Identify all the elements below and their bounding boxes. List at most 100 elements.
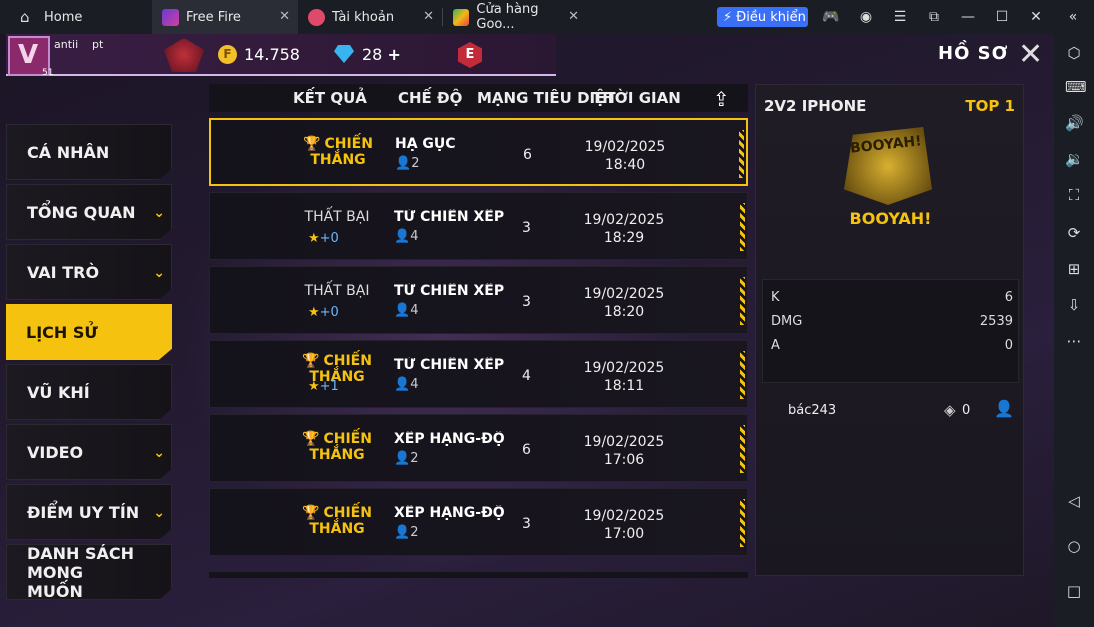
star-change: ★+0 [308,231,339,246]
mode: XẾP HẠNG-ĐỘC L [394,431,504,447]
menu-icon[interactable]: ☰ [891,8,909,26]
stat-value: 6 [1004,290,1013,305]
menu-tong-quan[interactable]: TỔNG QUAN ⌄ [6,184,172,240]
person-icon: 👤 [394,377,411,392]
tab-home[interactable]: ⌂ Home [0,0,152,34]
menu-vu-khi[interactable]: VŨ KHÍ [6,364,172,420]
user-circle-icon[interactable]: ◉ [857,8,875,26]
add-friend-icon[interactable]: 👤 [994,399,1014,418]
collapse-sidebar-icon[interactable]: « [1064,8,1082,26]
mode: TỬ CHIẾN XẾP HẠ [394,209,504,225]
share-icon[interactable]: ⇪ [713,87,730,111]
picture-in-picture-icon[interactable]: ⧉ [925,8,943,26]
event-icon[interactable]: E [458,42,482,68]
back-icon[interactable]: ◁ [1065,492,1083,510]
mode: HẠ GỤC [395,136,456,152]
tab-account[interactable]: Tài khoản ✕ [298,0,442,34]
close-icon[interactable]: ✕ [1018,40,1043,70]
menu-label: VIDEO [27,442,84,462]
close-icon[interactable]: ✕ [279,9,290,24]
tab-play-store[interactable]: Cửa hàng Goo... ✕ [443,0,587,34]
match-detail-panel: 2V2 IPHONE TOP 1 BOOYAH! BOOYAH! K6 DMG 2… [755,84,1024,576]
minimize-icon[interactable]: — [959,8,977,26]
controls-label: Điều khiển [736,9,806,25]
result: 🏆 CHIẾN THẮNG [272,505,402,537]
like-icon[interactable]: ◈ [944,401,956,419]
menu-vai-tro[interactable]: VAI TRÒ ⌄ [6,244,172,300]
menu-label: TỔNG QUAN [27,202,136,222]
mode: TỬ CHIẾN XẾP HẠ [394,357,504,373]
person-icon: 👤 [394,525,411,540]
table-row[interactable]: THẤT BẠI ★+0 TỬ CHIẾN XẾP HẠ 👤4 3 19/02/… [209,266,748,334]
home-circle-icon[interactable]: ○ [1065,537,1083,555]
menu-label: CÁ NHÂN [27,142,110,162]
maximize-icon[interactable]: ☐ [993,8,1011,26]
controls-button[interactable]: ⚡ Điều khiển [717,7,808,27]
star-icon: ★ [308,305,320,320]
multi-instance-icon[interactable]: ⊞ [1065,260,1083,278]
table-row[interactable]: 🏆CHIẾN THẮNG XẾP HẠNG-ĐỘC L 👤2 6 19/02/2… [209,414,748,482]
star-change: ★+1 [308,379,339,394]
browser-title-bar: ⌂ Home Free Fire ✕ Tài khoản ✕ Cửa hàng … [0,0,1094,34]
table-row[interactable]: 🏆CHIẾN THẮNG XẾP HẠNG-ĐỘC L 👤2 3 19/02/2… [209,488,748,556]
teammate-name[interactable]: bác243 [788,403,836,418]
keyboard-icon[interactable]: ⌨ [1065,78,1087,96]
kills: 4 [522,368,531,384]
menu-lich-su[interactable]: LỊCH SỬ [6,304,172,360]
stat-label: K [771,290,780,305]
date: 19/02/2025 [583,360,665,376]
result: 🏆 CHIẾN THẮNG [272,431,402,463]
star-icon: ★ [308,379,320,394]
screenshot-icon[interactable]: ⛶ [1065,186,1083,204]
free-fire-icon [162,8,179,26]
volume-up-icon[interactable]: 🔊 [1065,114,1084,132]
gold-coin-icon: F [218,45,237,64]
diamond-count[interactable]: 28 + [362,45,401,64]
table-row[interactable]: THẤT BẠI ★+0 TỬ CHIẾN XẾP HẠ 👤4 3 19/02/… [209,192,748,260]
menu-diem-uy-tin[interactable]: ĐIỂM UY TÍN ⌄ [6,484,172,540]
settings-hex-icon[interactable]: ⬡ [1065,44,1083,62]
players: 👤4 [394,377,418,392]
kills: 6 [522,442,531,458]
menu-video[interactable]: VIDEO ⌄ [6,424,172,480]
tab-label: Free Fire [186,9,241,25]
star-value: +0 [319,305,339,320]
apk-install-icon[interactable]: ⇩ [1065,296,1083,314]
recent-apps-icon[interactable]: □ [1065,582,1083,600]
tab-label: Cửa hàng Goo... [476,2,539,32]
players-count: 4 [410,303,419,318]
chevron-down-icon: ⌄ [153,205,165,221]
players-count: 2 [410,451,419,466]
menu-ca-nhan[interactable]: CÁ NHÂN [6,124,172,180]
gamepad-icon[interactable]: 🎮 [822,8,840,26]
menu-label: ĐIỂM UY TÍN [27,502,140,522]
row-stripe [740,499,745,547]
tab-label: Home [44,9,83,25]
date: 19/02/2025 [583,508,665,524]
tab-free-fire[interactable]: Free Fire ✕ [152,0,298,34]
menu-danh-sach-mong-muon[interactable]: DANH SÁCH MONG MUỐN [6,544,172,600]
rotate-icon[interactable]: ⟳ [1065,224,1083,242]
close-window-icon[interactable]: ✕ [1027,8,1045,26]
players-count: 4 [410,229,419,244]
close-icon[interactable]: ✕ [568,9,579,24]
trophy-icon: 🏆 [302,505,320,521]
avatar[interactable]: V 51 [8,36,53,78]
chevron-down-icon: ⌄ [153,445,165,461]
close-icon[interactable]: ✕ [423,9,434,24]
game-screen: V 51 antii pt F 14.758 28 + E HỒ SƠ ✕ CÁ… [0,34,1054,627]
table-row[interactable]: 🏆CHIẾN THẮNG ★+1 TỬ CHIẾN XẾP HẠ 👤4 4 19… [209,340,748,408]
diamond-value: 28 [362,45,383,64]
kills: 3 [522,220,531,236]
players: 👤2 [395,156,419,171]
diamond-add[interactable]: + [387,45,400,64]
tab-label: Tài khoản [332,9,395,25]
time: 17:06 [603,452,645,468]
time: 18:11 [603,378,645,394]
table-row[interactable]: 🏆 CHIẾN THẮNG HẠ GỤC 👤2 6 19/02/2025 18:40 [209,118,748,186]
time: 18:40 [604,157,646,173]
volume-down-icon[interactable]: 🔉 [1065,150,1084,168]
stat-value: 0 [1004,338,1013,353]
row-stripe [740,351,745,399]
more-icon[interactable]: ⋯ [1065,332,1083,350]
